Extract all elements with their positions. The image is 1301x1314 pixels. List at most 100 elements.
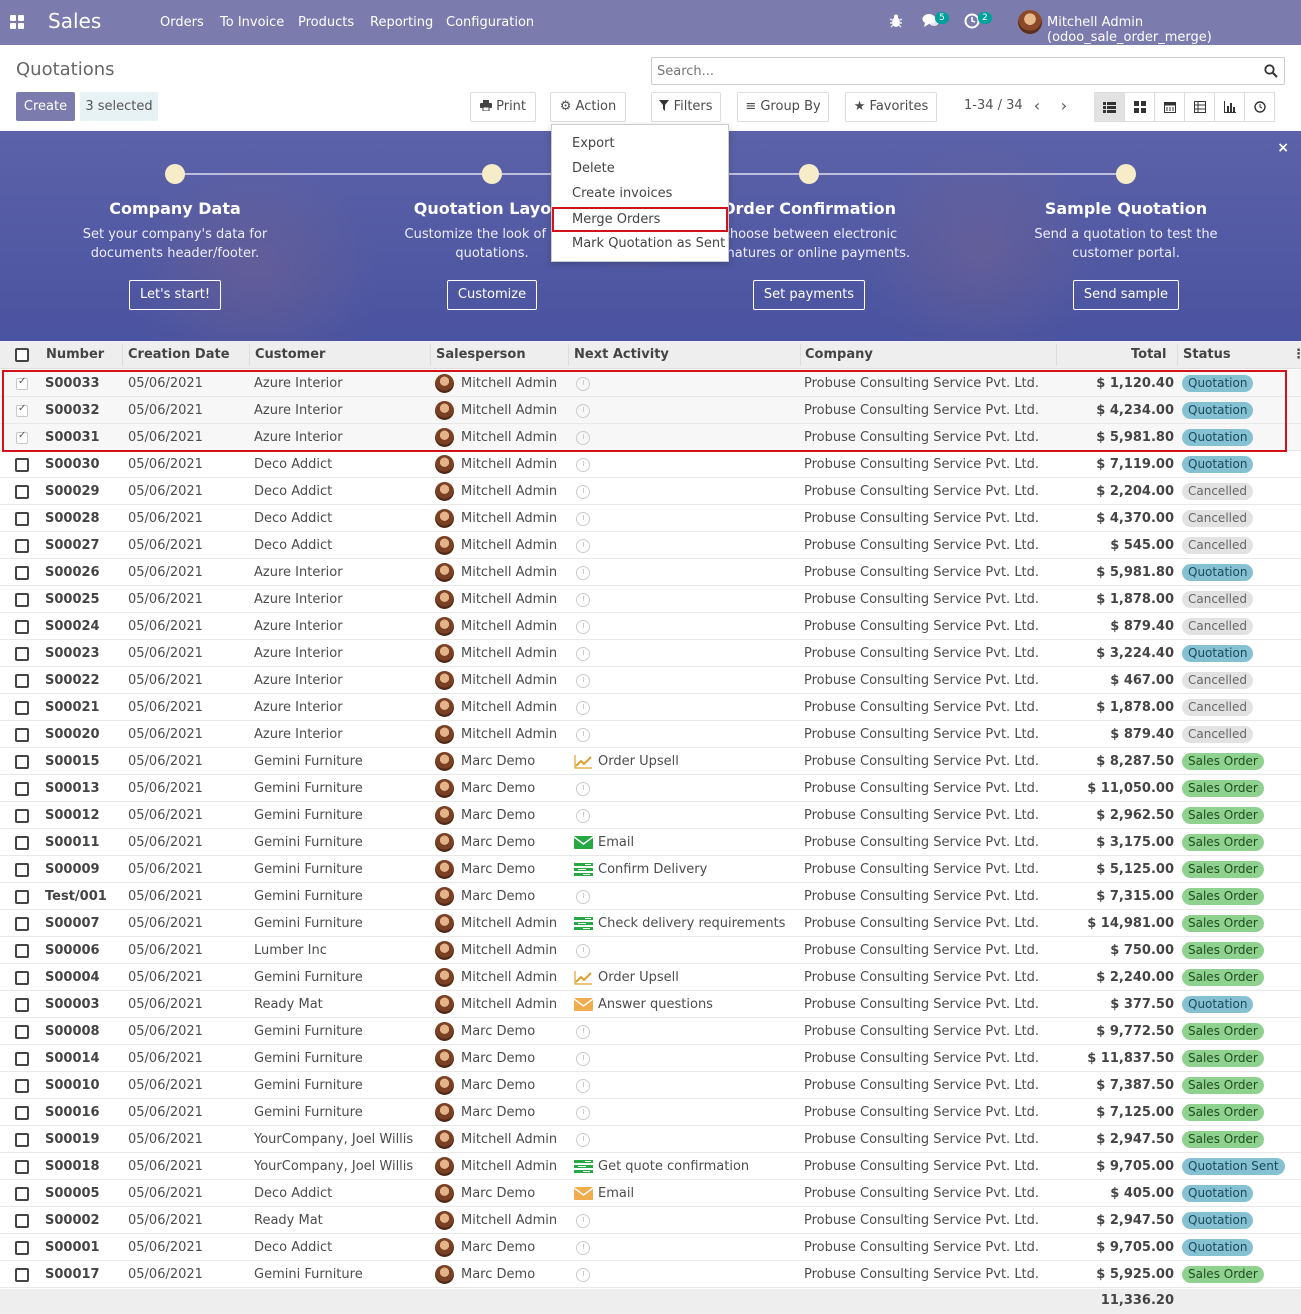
column-creation-date[interactable]: Creation Date [128, 341, 230, 369]
row-checkbox[interactable] [15, 998, 29, 1012]
pager-previous-icon[interactable]: ‹ [1029, 97, 1045, 115]
table-row[interactable]: S00015 05/06/2021 Gemini Furniture Marc Dem… [0, 748, 1301, 775]
activity-clock-icon[interactable] [576, 539, 590, 553]
action-button[interactable]: ⚙ Action [550, 92, 626, 122]
table-row[interactable]: S00001 05/06/2021 Deco Addict Marc Demo Prob… [0, 1234, 1301, 1261]
search-input[interactable] [652, 58, 1242, 84]
activity-clock-icon[interactable] [576, 1025, 590, 1039]
row-checkbox[interactable] [15, 1187, 29, 1201]
activity-clock-icon[interactable] [576, 1241, 590, 1255]
table-row[interactable]: S00030 05/06/2021 Deco Addict Mitchell Admi… [0, 451, 1301, 478]
tasks-icon[interactable] [574, 916, 593, 931]
pivot-view-icon[interactable] [1184, 92, 1215, 122]
activity-clock-icon[interactable] [576, 647, 590, 661]
menu-item-export[interactable]: Export [552, 131, 728, 156]
apps-menu-icon[interactable] [10, 15, 24, 29]
row-checkbox[interactable] [15, 674, 29, 688]
row-checkbox[interactable] [15, 836, 29, 850]
table-row[interactable]: S00025 05/06/2021 Azure Interior Mitchell A… [0, 586, 1301, 613]
group-by-button[interactable]: ≡ Group By [737, 92, 829, 122]
row-checkbox[interactable] [15, 1214, 29, 1228]
row-checkbox[interactable] [15, 971, 29, 985]
row-checkbox[interactable] [15, 1052, 29, 1066]
line-chart-icon[interactable] [574, 970, 593, 985]
menu-item-mark-as-sent[interactable]: Mark Quotation as Sent [552, 231, 728, 256]
row-checkbox[interactable] [15, 1106, 29, 1120]
activity-clock-icon[interactable] [576, 782, 590, 796]
row-checkbox[interactable] [15, 782, 29, 796]
row-checkbox[interactable] [15, 1079, 29, 1093]
user-avatar[interactable] [1018, 10, 1042, 34]
pager-value[interactable]: 1-34 / 34 [964, 98, 1023, 113]
activity-clock-icon[interactable] [576, 1214, 590, 1228]
row-checkbox[interactable] [15, 539, 29, 553]
graph-view-icon[interactable] [1214, 92, 1245, 122]
user-menu[interactable]: Mitchell Admin (odoo_sale_order_merge) [1047, 15, 1301, 45]
table-row[interactable]: S00016 05/06/2021 Gemini Furniture Marc Dem… [0, 1099, 1301, 1126]
tasks-icon[interactable] [574, 1159, 593, 1174]
row-checkbox[interactable] [15, 512, 29, 526]
activity-clock-icon[interactable] [576, 566, 590, 580]
row-checkbox[interactable] [15, 701, 29, 715]
table-row[interactable]: S00029 05/06/2021 Deco Addict Mitchell Admi… [0, 478, 1301, 505]
search-icon[interactable] [1264, 64, 1278, 78]
select-all-checkbox[interactable] [15, 348, 29, 362]
table-row[interactable]: S00027 05/06/2021 Deco Addict Mitchell Admi… [0, 532, 1301, 559]
column-customer[interactable]: Customer [255, 341, 325, 369]
table-row[interactable]: S00003 05/06/2021 Ready Mat Mitchell Admin A… [0, 991, 1301, 1018]
table-row[interactable]: S00008 05/06/2021 Gemini Furniture Marc Dem… [0, 1018, 1301, 1045]
row-checkbox[interactable] [15, 620, 29, 634]
send-sample-button[interactable]: Send sample [1072, 280, 1180, 310]
table-row[interactable]: S00005 05/06/2021 Deco Addict Marc Demo Emai… [0, 1180, 1301, 1207]
menu-reporting[interactable]: Reporting [370, 15, 433, 30]
row-checkbox[interactable] [15, 458, 29, 472]
calendar-view-icon[interactable] [1154, 92, 1185, 122]
table-row[interactable]: S00026 05/06/2021 Azure Interior Mitchell A… [0, 559, 1301, 586]
table-row[interactable]: S00021 05/06/2021 Azure Interior Mitchell A… [0, 694, 1301, 721]
table-row[interactable]: S00006 05/06/2021 Lumber Inc Mitchell Admin… [0, 937, 1301, 964]
table-row[interactable]: S00019 05/06/2021 YourCompany, Joel Willis… [0, 1126, 1301, 1153]
activity-clock-icon[interactable] [576, 728, 590, 742]
menu-item-merge-orders[interactable]: Merge Orders [552, 207, 728, 232]
column-company[interactable]: Company [805, 341, 873, 369]
table-row[interactable]: S00012 05/06/2021 Gemini Furniture Marc Dem… [0, 802, 1301, 829]
column-status[interactable]: Status [1183, 341, 1231, 369]
table-row[interactable]: S00024 05/06/2021 Azure Interior Mitchell A… [0, 613, 1301, 640]
menu-orders[interactable]: Orders [160, 15, 204, 30]
table-row[interactable]: S00018 05/06/2021 YourCompany, Joel Willis… [0, 1153, 1301, 1180]
row-checkbox[interactable] [15, 944, 29, 958]
line-chart-icon[interactable] [574, 754, 593, 769]
menu-to-invoice[interactable]: To Invoice [220, 15, 284, 30]
row-checkbox[interactable] [15, 890, 29, 904]
bug-icon[interactable] [889, 13, 909, 33]
kanban-view-icon[interactable] [1124, 92, 1155, 122]
activity-clock-icon[interactable] [576, 1079, 590, 1093]
envelope-icon[interactable] [573, 835, 594, 850]
activity-clock-icon[interactable] [576, 1133, 590, 1147]
table-row[interactable]: S00013 05/06/2021 Gemini Furniture Marc Dem… [0, 775, 1301, 802]
activity-clock-icon[interactable] [576, 1052, 590, 1066]
close-banner-icon[interactable]: × [1277, 140, 1289, 156]
menu-products[interactable]: Products [298, 15, 354, 30]
activity-clock-icon[interactable] [576, 458, 590, 472]
table-row[interactable]: S00010 05/06/2021 Gemini Furniture Marc Dem… [0, 1072, 1301, 1099]
table-row[interactable]: S00007 05/06/2021 Gemini Furniture Mitchell… [0, 910, 1301, 937]
row-checkbox[interactable] [15, 863, 29, 877]
activity-clock-icon[interactable] [576, 512, 590, 526]
row-checkbox[interactable] [15, 728, 29, 742]
activity-clock-icon[interactable] [576, 485, 590, 499]
envelope-icon[interactable] [573, 1186, 594, 1201]
column-next-activity[interactable]: Next Activity [574, 341, 669, 369]
column-number[interactable]: Number [46, 341, 104, 369]
search-box[interactable] [651, 57, 1285, 85]
row-checkbox[interactable] [15, 647, 29, 661]
activity-clock-icon[interactable] [576, 944, 590, 958]
filters-button[interactable]: Filters [651, 92, 721, 122]
row-checkbox[interactable] [15, 1133, 29, 1147]
row-checkbox[interactable] [15, 1160, 29, 1174]
table-row[interactable]: S00002 05/06/2021 Ready Mat Mitchell Admin P… [0, 1207, 1301, 1234]
table-row[interactable]: S00014 05/06/2021 Gemini Furniture Marc Dem… [0, 1045, 1301, 1072]
table-row[interactable]: Test/001 05/06/2021 Gemini Furniture Marc D… [0, 883, 1301, 910]
list-view-icon[interactable] [1094, 92, 1125, 122]
pager-next-icon[interactable]: › [1056, 97, 1072, 115]
